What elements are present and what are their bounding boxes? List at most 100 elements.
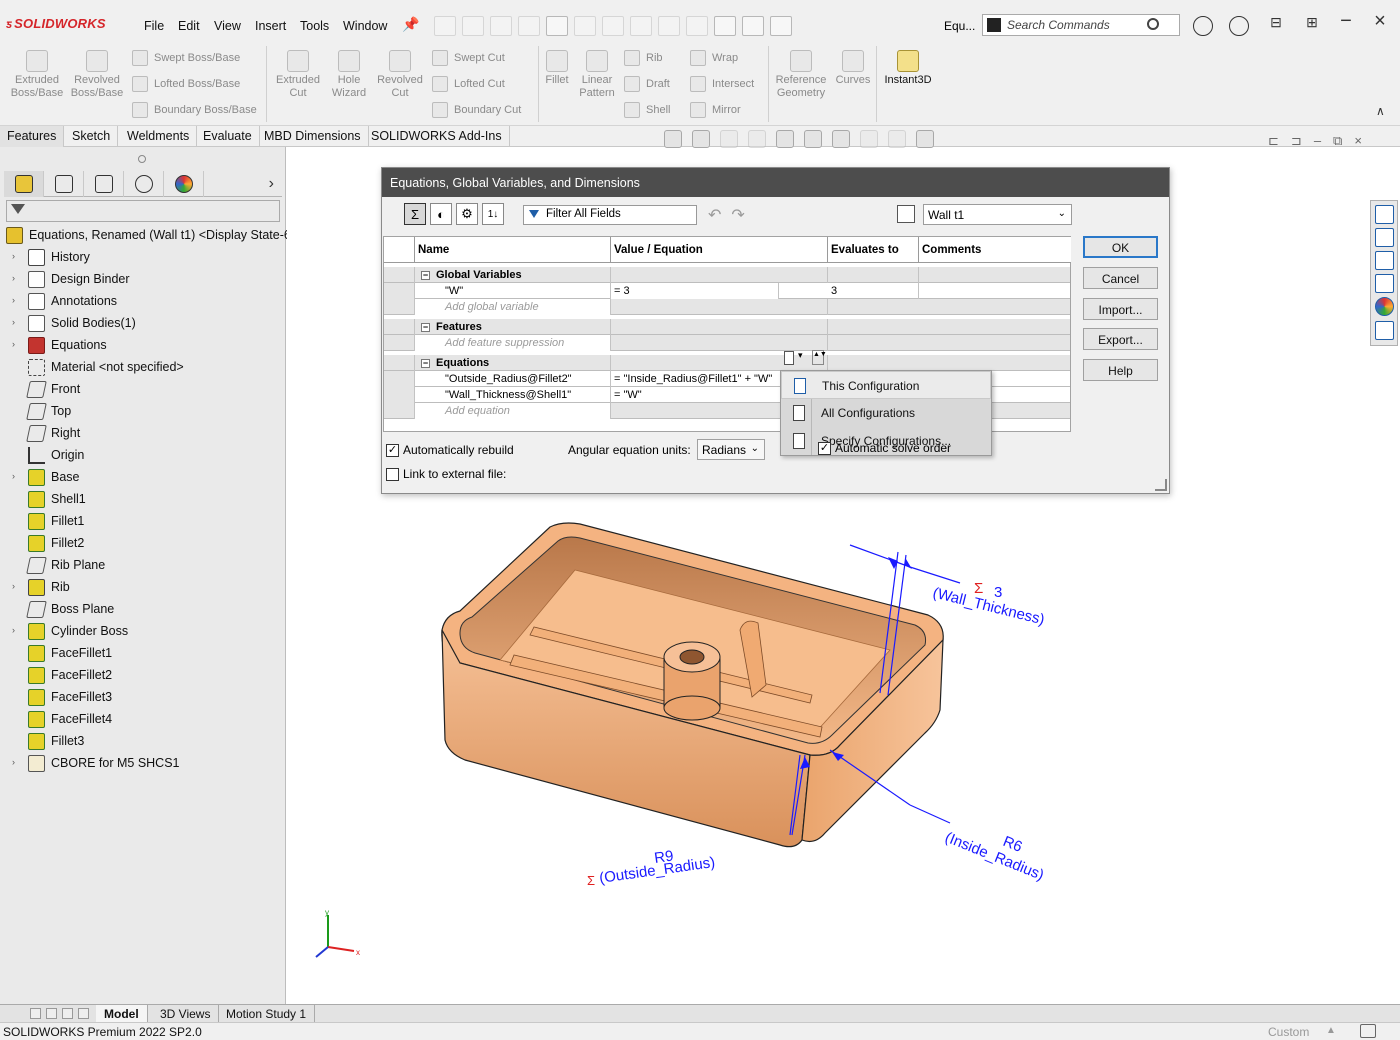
cancel-button[interactable]: Cancel	[1083, 267, 1158, 289]
column-value[interactable]: Value / Equation	[611, 237, 828, 263]
angular-units-select[interactable]: Radians ⌄	[697, 439, 765, 460]
tree-item[interactable]: Right	[26, 422, 80, 444]
export-button[interactable]: Export...	[1083, 328, 1158, 350]
add-feature-suppression[interactable]: Add feature suppression	[415, 335, 611, 351]
tree-item[interactable]: Rib Plane	[26, 554, 105, 576]
dialog-title[interactable]: Equations, Global Variables, and Dimensi…	[382, 168, 1169, 197]
collapse-icon[interactable]: −	[421, 271, 430, 280]
resize-grip-icon[interactable]	[1155, 479, 1167, 491]
tab-features[interactable]: Features	[0, 126, 65, 147]
zoom-to-fit-icon[interactable]	[664, 130, 682, 148]
viewport-minimize-icon[interactable]: –	[1314, 133, 1321, 149]
tree-item[interactable]: › History	[12, 246, 90, 268]
add-global-variable[interactable]: Add global variable	[415, 299, 611, 315]
part-model-view[interactable]: Σ 3 (Wall_Thickness) R9 Σ (Outside_Radiu…	[300, 505, 1100, 995]
restore-left-icon[interactable]: ⊏	[1268, 133, 1279, 149]
menu-view[interactable]: View	[214, 19, 241, 33]
comment-cell[interactable]	[919, 283, 1071, 299]
import-button[interactable]: Import...	[1083, 298, 1158, 320]
tree-item[interactable]: › CBORE for M5 SHCS1	[12, 752, 180, 774]
panel-splitter[interactable]	[0, 153, 286, 167]
expand-icon[interactable]: ›	[12, 251, 15, 261]
tree-item[interactable]: › Design Binder	[12, 268, 130, 290]
appearances-icon[interactable]	[1375, 297, 1394, 316]
tree-item[interactable]: FaceFillet3	[28, 686, 112, 708]
tree-item[interactable]: FaceFillet1	[28, 642, 112, 664]
extruded-boss-button[interactable]: Extruded Boss/Base	[8, 50, 66, 100]
close-button[interactable]: ×	[1370, 10, 1390, 32]
boundary-cut-button[interactable]: Boundary Cut	[432, 102, 521, 118]
tab-mbd-dimensions[interactable]: MBD Dimensions	[257, 126, 369, 147]
home-icon[interactable]	[434, 16, 456, 36]
lofted-boss-button[interactable]: Lofted Boss/Base	[132, 76, 240, 92]
menu-insert[interactable]: Insert	[255, 19, 286, 33]
collapse-icon[interactable]: −	[421, 359, 430, 368]
wall-thickness-name[interactable]: (Wall_Thickness)	[931, 584, 1046, 628]
expand-icon[interactable]: ›	[12, 317, 15, 327]
property-manager-tab[interactable]	[44, 171, 84, 197]
inside-radius-name[interactable]: (Inside_Radius)	[943, 829, 1047, 884]
zoom-to-area-icon[interactable]	[692, 130, 710, 148]
design-library-icon[interactable]	[1375, 228, 1394, 247]
table-row[interactable]: Add feature suppression	[384, 335, 1070, 351]
edit-appearance-icon[interactable]	[860, 130, 878, 148]
first-tab-icon[interactable]	[30, 1008, 41, 1019]
tree-item[interactable]: Origin	[28, 444, 84, 466]
minimize-button[interactable]: −	[1336, 10, 1356, 32]
mirror-button[interactable]: Mirror	[690, 102, 741, 118]
notification-icon[interactable]	[1360, 1024, 1376, 1038]
swept-cut-button[interactable]: Swept Cut	[432, 50, 505, 66]
config-scope-icon[interactable]	[784, 351, 794, 365]
column-comments[interactable]: Comments	[919, 237, 1071, 263]
tree-item[interactable]: FaceFillet2	[28, 664, 112, 686]
maximize-button[interactable]: ⊞	[1302, 14, 1322, 34]
splitter-handle-icon[interactable]	[138, 155, 146, 163]
save-icon[interactable]	[518, 16, 540, 36]
display-manager-tab[interactable]	[164, 171, 204, 197]
group-equations[interactable]: − Equations	[384, 355, 1070, 371]
boundary-boss-button[interactable]: Boundary Boss/Base	[132, 102, 257, 118]
auto-solve-order-checkbox[interactable]: ✓ Automatic solve order	[818, 441, 951, 455]
unit-system[interactable]: Custom	[1268, 1025, 1309, 1039]
tree-item[interactable]: Material <not specified>	[28, 356, 184, 378]
equation-view-button[interactable]: Σ	[404, 203, 426, 225]
spin-icon[interactable]: ▲▼	[812, 350, 827, 365]
tree-item[interactable]: Boss Plane	[26, 598, 114, 620]
tree-filter-box[interactable]	[6, 200, 280, 222]
auto-rebuild-checkbox[interactable]: ✓ Automatically rebuild	[386, 443, 514, 457]
configuration-manager-tab[interactable]	[84, 171, 124, 197]
fillet-button[interactable]: Fillet	[540, 50, 574, 87]
sketch-equation-view-button[interactable]: ◐	[430, 203, 452, 225]
tree-root[interactable]: Equations, Renamed (Wall t1) <Display St…	[6, 224, 298, 246]
tree-item[interactable]: › Equations	[12, 334, 107, 356]
hide-show-items-icon[interactable]	[832, 130, 850, 148]
view-settings-icon[interactable]	[916, 130, 934, 148]
view-palette-icon[interactable]	[1375, 274, 1394, 293]
tab-evaluate[interactable]: Evaluate	[196, 126, 260, 147]
table-row[interactable]: "W" = 3 3	[384, 283, 1070, 299]
pin-icon[interactable]: 📌	[402, 16, 419, 33]
hole-wizard-button[interactable]: Hole Wizard	[322, 50, 376, 100]
variable-name-w[interactable]: "W"	[415, 283, 611, 299]
expand-icon[interactable]: ›	[12, 757, 15, 767]
tab-3d-views[interactable]: 3D Views	[152, 1005, 220, 1023]
configuration-cell-tool[interactable]: ▾ ▲▼	[784, 350, 827, 366]
ok-button[interactable]: OK	[1083, 236, 1158, 258]
last-tab-icon[interactable]	[78, 1008, 89, 1019]
tree-item[interactable]: Front	[26, 378, 80, 400]
column-name[interactable]: Name	[415, 237, 611, 263]
menu-item-this-configuration[interactable]: This Configuration	[781, 371, 991, 399]
table-row[interactable]: Add global variable	[384, 299, 1070, 315]
viewport-close-icon[interactable]: ×	[1354, 133, 1362, 149]
chevron-down-icon[interactable]: ▾	[798, 350, 803, 361]
tab-addins[interactable]: SOLIDWORKS Add-Ins	[364, 126, 510, 147]
tree-item[interactable]: Fillet3	[28, 730, 84, 752]
select-icon[interactable]	[630, 16, 652, 36]
expand-icon[interactable]: ›	[12, 471, 15, 481]
dimension-view-button[interactable]: ⚙	[456, 203, 478, 225]
tree-item[interactable]: Top	[26, 400, 71, 422]
tree-item[interactable]: › Rib	[12, 576, 70, 598]
expand-icon[interactable]: ›	[12, 339, 15, 349]
open-icon[interactable]	[490, 16, 512, 36]
solidworks-logo[interactable]: ƽ SOLIDWORKS	[6, 16, 106, 31]
